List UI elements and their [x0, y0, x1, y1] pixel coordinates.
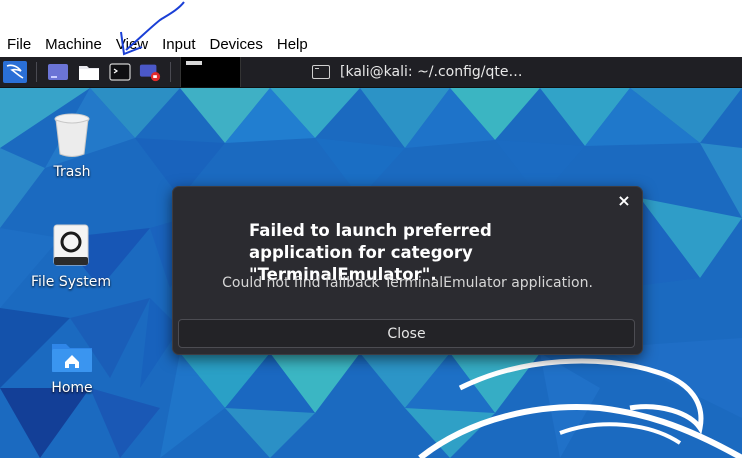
vbox-menu: File Machine View Input Devices Help	[0, 36, 315, 53]
close-button[interactable]: Close	[178, 319, 635, 348]
trash-icon	[54, 113, 90, 157]
top-panel: [kali@kali: ~/.config/qte…	[0, 57, 742, 88]
vbox-menubar: File Machine View Input Devices Help	[0, 0, 742, 57]
desktop-icon-label: File System	[30, 274, 112, 290]
taskbar-window-button[interactable]: [kali@kali: ~/.config/qte…	[312, 57, 523, 87]
desktop-icon-home[interactable]: Home	[27, 340, 117, 396]
desktop-icon-trash[interactable]: Trash	[27, 112, 117, 180]
panel-separator	[36, 62, 37, 82]
menu-file[interactable]: File	[0, 36, 38, 53]
home-folder-icon	[52, 344, 92, 372]
menu-devices[interactable]: Devices	[203, 36, 270, 53]
menu-view[interactable]: View	[109, 36, 155, 53]
terminal-window-icon	[312, 65, 330, 79]
workspace-window-thumb	[186, 61, 202, 65]
menu-help[interactable]: Help	[270, 36, 315, 53]
taskbar-window-title: [kali@kali: ~/.config/qte…	[340, 64, 523, 80]
error-dialog: × Failed to launch preferred application…	[172, 186, 643, 355]
menu-machine[interactable]: Machine	[38, 36, 109, 53]
desktop-icon-label: Home	[51, 380, 93, 396]
file-manager-icon[interactable]	[78, 61, 100, 83]
workspace-switcher[interactable]	[180, 57, 241, 87]
kali-menu-icon[interactable]	[2, 61, 28, 83]
show-desktop-icon[interactable]	[47, 61, 69, 83]
dialog-secondary-text: Could not find fallback TerminalEmulator…	[222, 275, 593, 291]
desktop-icon-file-system[interactable]: File System	[26, 224, 116, 290]
close-icon[interactable]: ×	[615, 192, 633, 210]
drive-icon	[53, 224, 89, 266]
panel-separator	[170, 62, 171, 82]
screen-recorder-icon[interactable]	[139, 61, 161, 83]
menu-input[interactable]: Input	[155, 36, 202, 53]
desktop-icon-label: Trash	[53, 164, 91, 180]
terminal-icon[interactable]	[109, 61, 131, 83]
